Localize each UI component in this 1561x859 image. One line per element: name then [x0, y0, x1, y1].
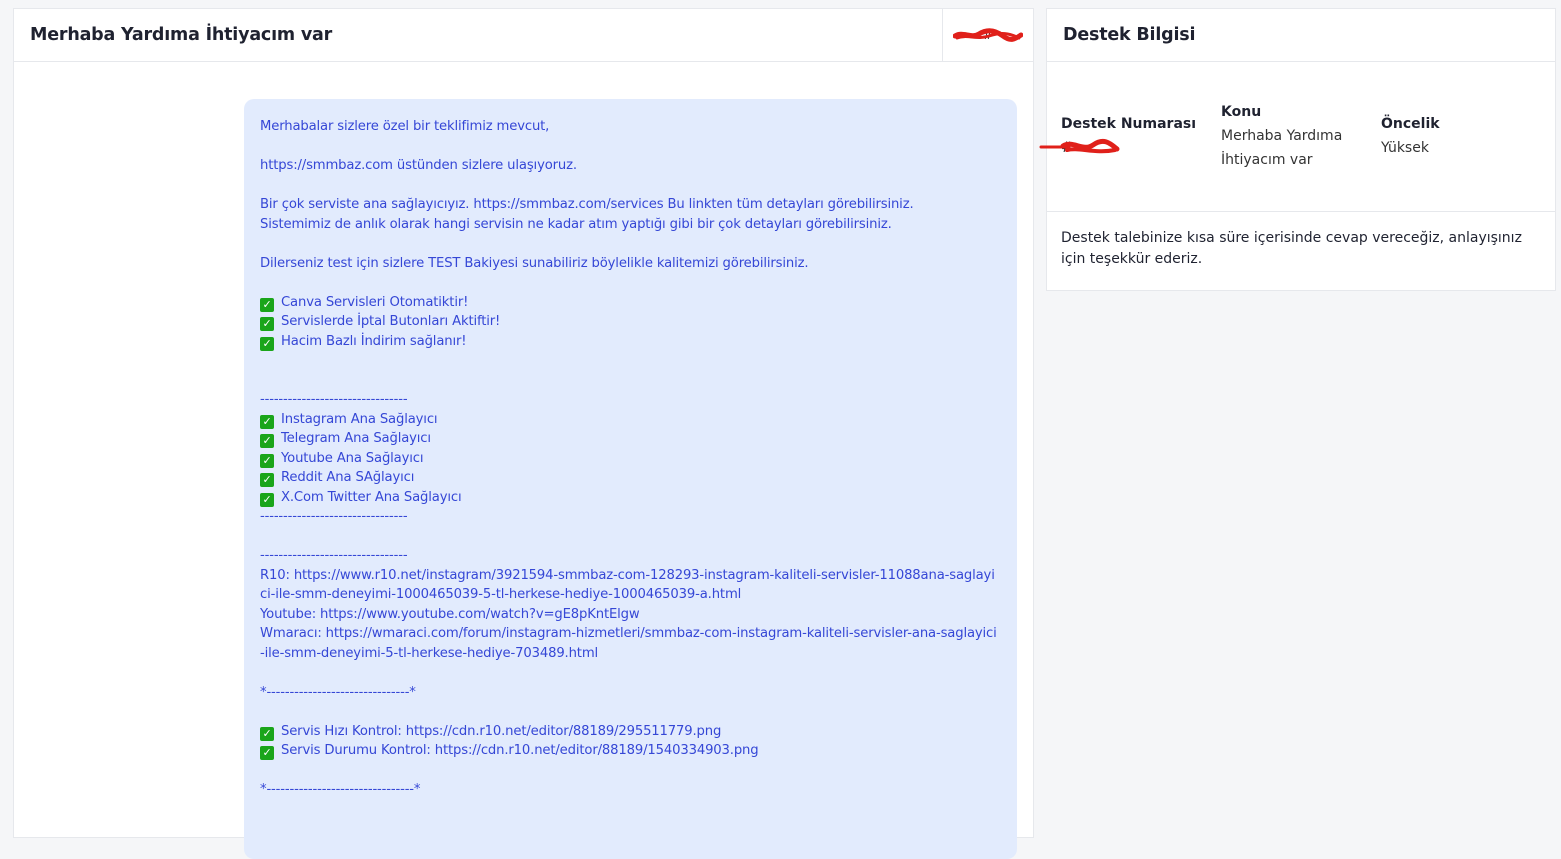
support-info-header: Destek Bilgisi	[1047, 9, 1555, 62]
provider-item: ✓ Reddit Ana SAğlayıcı	[260, 468, 1001, 488]
provider-label: Reddit Ana SAğlayıcı	[281, 470, 415, 485]
check-mark-icon: ✓	[260, 746, 274, 760]
support-info-panel: Destek Bilgisi Destek Numarası # Konu Me…	[1039, 8, 1556, 291]
ticket-number-label: Destek Numarası	[1061, 116, 1197, 132]
star-divider-line: *-------------------------------*	[260, 684, 416, 700]
ticket-number-value: #	[1061, 140, 1073, 156]
check-mark-icon: ✓	[260, 473, 274, 487]
divider-line: --------------------------------	[260, 392, 408, 407]
provider-item: ✓ X.Com Twitter Ana Sağlayıcı	[260, 488, 1001, 508]
priority-label: Öncelik	[1381, 116, 1440, 132]
check-mark-icon: ✓	[260, 434, 274, 448]
provider-label: Youtube Ana Sağlayıcı	[281, 450, 424, 466]
message-bubble: Merhabalar sizlere özel bir teklifimiz m…	[244, 99, 1017, 859]
r10-link-line[interactable]: R10: https://www.r10.net/instagram/39215…	[260, 566, 1001, 605]
check-mark-icon: ✓	[260, 492, 274, 507]
feature-item: ✓ Hacim Bazlı İndirim sağlanır!	[260, 332, 1001, 352]
provider-item: ✓ Youtube Ana Sağlayıcı	[260, 449, 1001, 469]
check-mark-icon: ✓	[260, 297, 274, 312]
check-link-label: Servis Hızı Kontrol: https://cdn.r10.net…	[281, 723, 722, 739]
divider-line: --------------------------------	[260, 509, 408, 524]
check-mark-icon: ✓	[260, 453, 274, 468]
provider-label: X.Com Twitter Ana Sağlayıcı	[281, 489, 462, 505]
feature-label: Servislerde İptal Butonları Aktiftir!	[281, 314, 501, 329]
feature-item: ✓ Servislerde İptal Butonları Aktiftir!	[260, 312, 1001, 332]
feature-label: Hacim Bazlı İndirim sağlanır!	[281, 333, 467, 349]
support-info-title: Destek Bilgisi	[1063, 25, 1196, 45]
feature-item: ✓ Canva Servisleri Otomatiktir!	[260, 293, 1001, 313]
divider-line: --------------------------------	[260, 548, 408, 563]
priority-value: Yüksek	[1381, 140, 1429, 156]
ticket-title: Merhaba Yardıma İhtiyacım var	[30, 25, 333, 45]
ticket-id-box: #	[942, 9, 1033, 61]
support-info-note: Destek talebinize kısa süre içerisinde c…	[1061, 230, 1522, 267]
message-line: https://smmbaz.com üstünden sizlere ulaş…	[260, 158, 577, 173]
message-line: Dilerseniz test için sizlere TEST Bakiye…	[260, 255, 809, 271]
check-link-item[interactable]: ✓ Servis Hızı Kontrol: https://cdn.r10.ne…	[260, 722, 1001, 742]
ticket-id: #	[982, 27, 994, 43]
check-link-item[interactable]: ✓ Servis Durumu Kontrol: https://cdn.r10.…	[260, 741, 1001, 761]
message-line: Merhabalar sizlere özel bir teklifimiz m…	[260, 119, 550, 134]
wmaraci-link-line[interactable]: Wmaracı: https://wmaraci.com/forum/insta…	[260, 624, 1001, 663]
subject-value: Merhaba Yardıma İhtiyacım var	[1221, 128, 1343, 168]
support-info-grid: Destek Numarası # Konu Merhaba Yardıma İ…	[1039, 62, 1555, 212]
check-mark-icon: ✓	[260, 317, 274, 331]
ticket-number-field: Destek Numarası #	[1061, 112, 1211, 160]
message-line: Sistemimiz de anlık olarak hangi servisi…	[260, 216, 892, 232]
provider-item: ✓ Instagram Ana Sağlayıcı	[260, 410, 1001, 430]
subject-label: Konu	[1221, 104, 1262, 120]
check-mark-icon: ✓	[260, 336, 274, 351]
check-mark-icon: ✓	[260, 726, 274, 741]
provider-label: Telegram Ana Sağlayıcı	[281, 431, 431, 446]
message-line: Bir çok serviste ana sağlayıcıyız. https…	[260, 197, 914, 212]
priority-field: Öncelik Yüksek	[1381, 112, 1501, 160]
star-divider-line: *--------------------------------*	[260, 782, 421, 797]
check-link-label: Servis Durumu Kontrol: https://cdn.r10.n…	[281, 743, 759, 758]
youtube-link-line[interactable]: Youtube: https://www.youtube.com/watch?v…	[260, 605, 1001, 625]
ticket-panel: Merhaba Yardıma İhtiyacım var # Merhabal…	[13, 8, 1034, 859]
feature-label: Canva Servisleri Otomatiktir!	[281, 294, 469, 310]
ticket-header: Merhaba Yardıma İhtiyacım var #	[14, 9, 1033, 62]
subject-field: Konu Merhaba Yardıma İhtiyacım var	[1221, 100, 1361, 172]
provider-label: Instagram Ana Sağlayıcı	[281, 411, 438, 427]
check-mark-icon: ✓	[260, 414, 274, 429]
provider-item: ✓ Telegram Ana Sağlayıcı	[260, 429, 1001, 449]
